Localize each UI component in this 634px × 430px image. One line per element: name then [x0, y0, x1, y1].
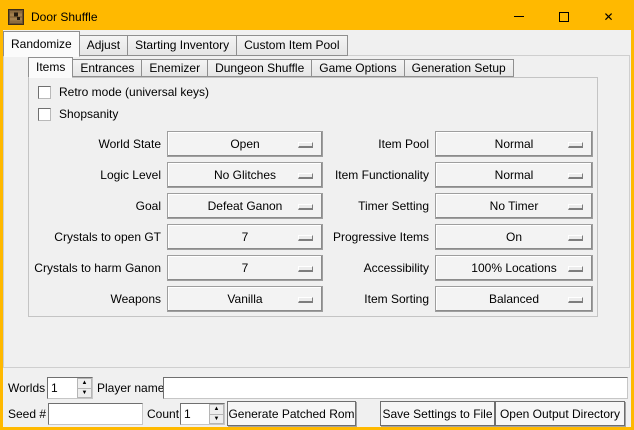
tab-entrances[interactable]: Entrances [72, 59, 142, 77]
weapons-dropdown[interactable]: Vanilla [167, 286, 323, 312]
dropdown-indicator-icon [298, 173, 313, 179]
tab-items[interactable]: Items [28, 57, 73, 78]
goal-dropdown[interactable]: Defeat Ganon [167, 193, 323, 219]
dropdown-value: No Glitches [214, 168, 276, 182]
progressive-items-dropdown[interactable]: On [435, 224, 593, 250]
count-spinbox: ▲ ▼ [180, 403, 225, 425]
checkbox-label: Shopsanity [59, 107, 118, 121]
item-pool-dropdown[interactable]: Normal [435, 131, 593, 157]
tab-enemizer[interactable]: Enemizer [141, 59, 208, 77]
window-title: Door Shuffle [31, 10, 98, 24]
player-names-label: Player names [97, 377, 170, 399]
setting-label: Crystals to open GT [28, 224, 167, 250]
count-spin-down-icon[interactable]: ▼ [209, 414, 224, 425]
world-state-dropdown[interactable]: Open [167, 131, 323, 157]
timer-setting-dropdown[interactable]: No Timer [435, 193, 593, 219]
dropdown-value: 7 [242, 230, 249, 244]
tab-starting-inventory[interactable]: Starting Inventory [127, 35, 237, 56]
dropdown-indicator-icon [568, 235, 583, 241]
setting-label: Accessibility [323, 255, 435, 281]
worlds-label: Worlds [8, 377, 45, 399]
checkbox-box-icon [38, 108, 51, 121]
dropdown-indicator-icon [568, 173, 583, 179]
main-tab-bar: Randomize Adjust Starting Inventory Cust… [3, 30, 348, 56]
seed-label: Seed # [8, 403, 46, 425]
tab-game-options[interactable]: Game Options [311, 59, 404, 77]
settings-grid: World State Open Item Pool Normal Logic … [28, 131, 593, 312]
worlds-spinbox: ▲ ▼ [47, 377, 93, 399]
setting-label: Weapons [28, 286, 167, 312]
dropdown-value: Normal [495, 168, 534, 182]
app-icon[interactable] [8, 9, 24, 25]
setting-label: Timer Setting [323, 193, 435, 219]
setting-label: Crystals to harm Ganon [28, 255, 167, 281]
dropdown-value: Vanilla [227, 292, 262, 306]
checkbox-label: Retro mode (universal keys) [59, 85, 209, 99]
setting-label: Logic Level [28, 162, 167, 188]
accessibility-dropdown[interactable]: 100% Locations [435, 255, 593, 281]
dropdown-indicator-icon [568, 297, 583, 303]
sub-tab-bar: Items Entrances Enemizer Dungeon Shuffle… [28, 57, 514, 77]
minimize-button[interactable] [496, 3, 541, 30]
tab-randomize[interactable]: Randomize [3, 31, 80, 57]
dropdown-value: Balanced [489, 292, 539, 306]
dropdown-value: No Timer [490, 199, 539, 213]
tab-custom-item-pool[interactable]: Custom Item Pool [236, 35, 347, 56]
item-functionality-dropdown[interactable]: Normal [435, 162, 593, 188]
crystals-harm-ganon-dropdown[interactable]: 7 [167, 255, 323, 281]
seed-input[interactable] [48, 403, 143, 425]
setting-label: Item Sorting [323, 286, 435, 312]
setting-label: World State [28, 131, 167, 157]
dropdown-indicator-icon [568, 142, 583, 148]
logic-level-dropdown[interactable]: No Glitches [167, 162, 323, 188]
setting-label: Item Pool [323, 131, 435, 157]
maximize-icon [559, 12, 569, 22]
retro-mode-checkbox[interactable]: Retro mode (universal keys) [38, 85, 209, 99]
dropdown-value: On [506, 230, 522, 244]
worlds-spin-up-icon[interactable]: ▲ [77, 378, 92, 388]
dropdown-value: 100% Locations [471, 261, 556, 275]
count-label: Count [147, 403, 179, 425]
setting-label: Item Functionality [323, 162, 435, 188]
dropdown-value: Open [230, 137, 259, 151]
close-button[interactable]: ✕ [586, 3, 631, 30]
dropdown-value: 7 [242, 261, 249, 275]
maximize-button[interactable] [541, 3, 586, 30]
shopsanity-checkbox[interactable]: Shopsanity [38, 107, 118, 121]
setting-label: Goal [28, 193, 167, 219]
tab-adjust[interactable]: Adjust [79, 35, 128, 56]
dropdown-indicator-icon [568, 266, 583, 272]
checkbox-box-icon [38, 86, 51, 99]
minimize-icon [514, 16, 524, 17]
close-icon: ✕ [603, 11, 613, 23]
dropdown-value: Normal [495, 137, 534, 151]
open-output-directory-button[interactable]: Open Output Directory [495, 401, 625, 426]
save-settings-button[interactable]: Save Settings to File [380, 401, 495, 426]
setting-label: Progressive Items [323, 224, 435, 250]
dropdown-indicator-icon [298, 204, 313, 210]
tab-generation-setup[interactable]: Generation Setup [404, 59, 514, 77]
count-spin-up-icon[interactable]: ▲ [209, 404, 224, 414]
titlebar[interactable]: Door Shuffle ✕ [3, 3, 631, 30]
item-sorting-dropdown[interactable]: Balanced [435, 286, 593, 312]
dropdown-indicator-icon [298, 297, 313, 303]
dropdown-indicator-icon [298, 142, 313, 148]
crystals-open-gt-dropdown[interactable]: 7 [167, 224, 323, 250]
dropdown-indicator-icon [298, 235, 313, 241]
dropdown-value: Defeat Ganon [208, 199, 283, 213]
player-names-input[interactable] [163, 377, 628, 399]
dropdown-indicator-icon [298, 266, 313, 272]
generate-patched-rom-button[interactable]: Generate Patched Rom [227, 401, 356, 426]
count-input[interactable] [181, 404, 209, 424]
app-window: Door Shuffle ✕ Randomize Adjust Starting… [0, 0, 634, 430]
tab-dungeon-shuffle[interactable]: Dungeon Shuffle [207, 59, 312, 77]
dropdown-indicator-icon [568, 204, 583, 210]
worlds-spin-down-icon[interactable]: ▼ [77, 388, 92, 399]
worlds-input[interactable] [48, 378, 77, 398]
